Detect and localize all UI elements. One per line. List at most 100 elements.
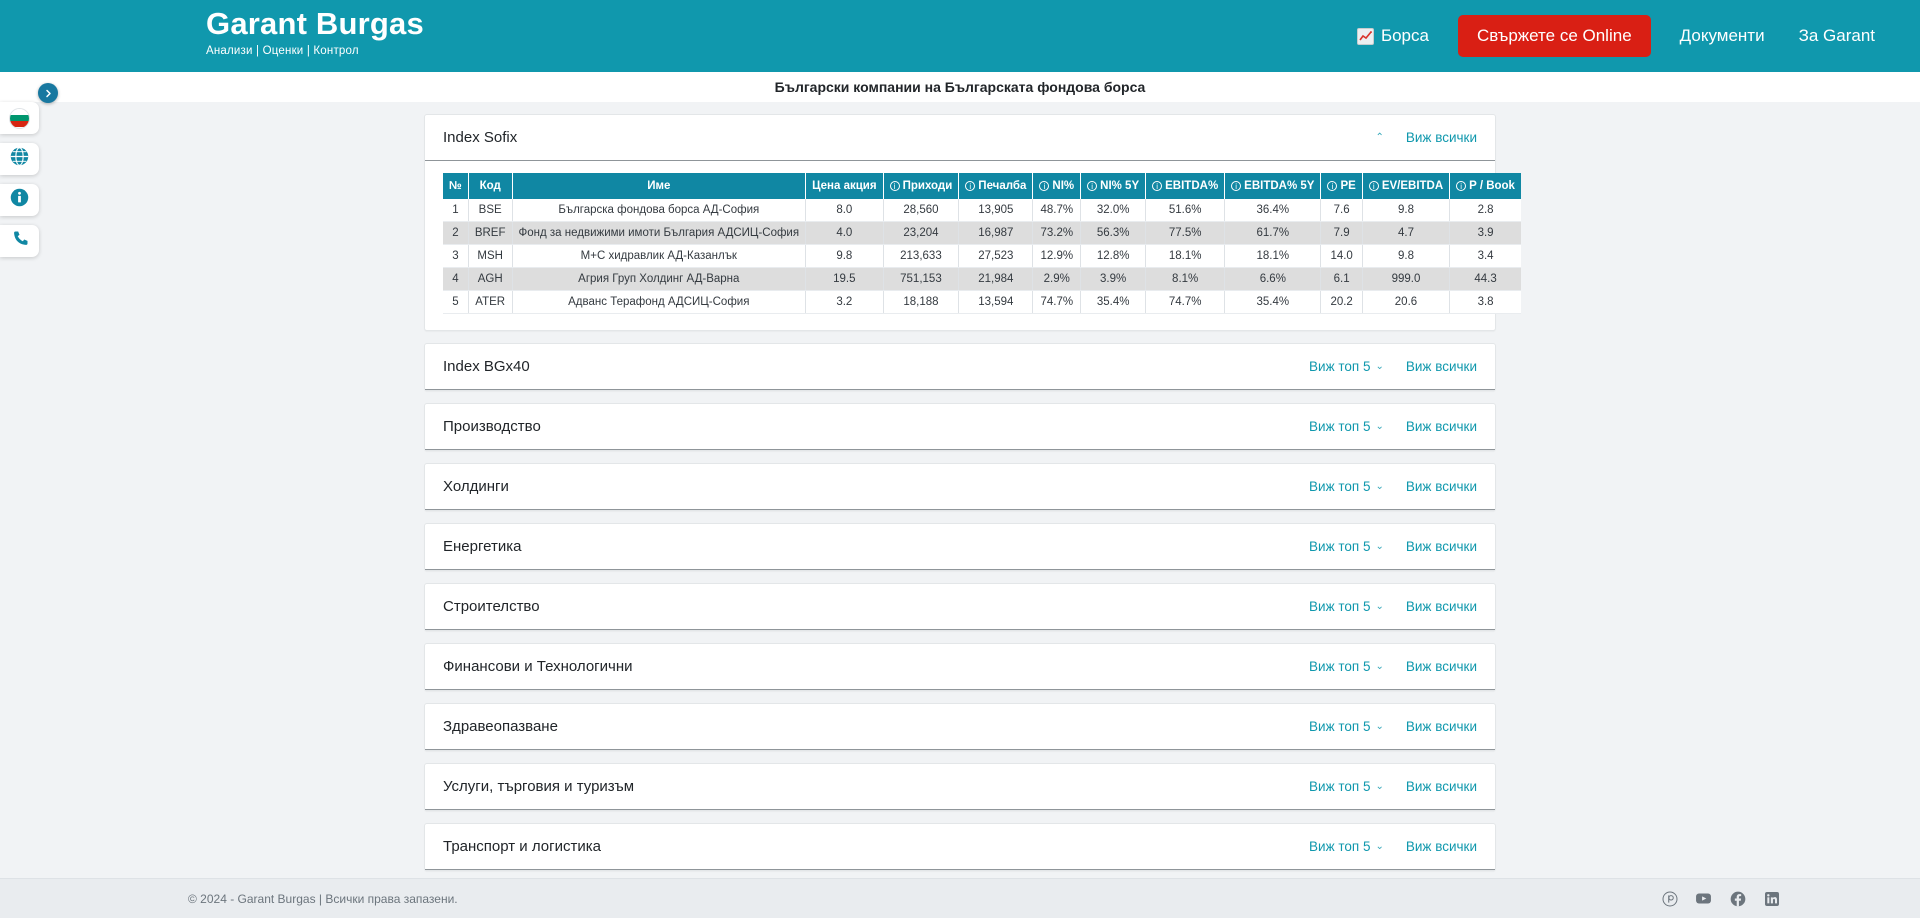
section-header[interactable]: Холдинги Виж топ 5 ⌄ Виж всички [425,464,1495,510]
bulgaria-flag-icon [9,107,30,129]
column-header[interactable]: i NI% 5Y [1080,173,1147,199]
view-top5-link[interactable]: Виж топ 5 ⌄ [1309,779,1384,794]
section-header[interactable]: Index BGx40 Виж топ 5 ⌄ Виж всички [425,344,1495,390]
view-top5-link[interactable]: Виж топ 5 ⌄ [1309,359,1384,374]
cell-code: BREF [468,221,513,245]
column-header-label: № [449,180,462,192]
section-header[interactable]: Финансови и Технологични Виж топ 5 ⌄ Виж вс… [425,644,1495,690]
column-header[interactable]: i EBITDA% 5Y [1224,173,1322,199]
info-circle-icon: i [1087,181,1098,191]
column-header[interactable]: i Приходи [883,173,960,199]
column-header[interactable]: i NI% [1032,173,1082,199]
view-all-link[interactable]: Виж всички [1406,539,1477,554]
view-top5-link[interactable]: Виж топ 5 ⌄ [1309,659,1384,674]
view-top5-link[interactable]: Виж топ 5 ⌄ [1309,599,1384,614]
youtube-icon[interactable] [1695,890,1712,907]
brand-block[interactable]: Garant Burgas Анализи | Оценки | Контрол [206,6,424,58]
section-header[interactable]: Енергетика Виж топ 5 ⌄ Виж всички [425,524,1495,570]
chevron-right-icon[interactable] [38,83,58,103]
language-global-button[interactable] [0,143,39,175]
section-title: Услуги, търговия и туризъм [443,778,635,795]
view-all-link[interactable]: Виж всички [1406,839,1477,854]
view-all-link[interactable]: Виж всички [1406,719,1477,734]
section-actions: Виж топ 5 ⌄ Виж всички [1309,839,1477,854]
section-header[interactable]: Производство Виж топ 5 ⌄ Виж всички [425,404,1495,450]
nav-item-borsa[interactable]: Борса [1340,26,1446,46]
section-title: Index Sofix [443,129,518,146]
column-header[interactable]: Име [512,173,807,199]
column-header[interactable]: i EBITDA% [1145,173,1226,199]
language-bg-button[interactable] [0,102,39,134]
nav-item-documents[interactable]: Документи [1663,26,1782,46]
cell-profit: 21,984 [958,267,1034,291]
section-panel: Услуги, търговия и туризъм Виж топ 5 ⌄ Виж … [424,763,1496,811]
column-header[interactable]: i PE [1320,173,1363,199]
section-title: Финансови и Технологични [443,658,633,675]
view-all-link[interactable]: Виж всички [1406,479,1477,494]
patreon-icon[interactable] [1661,890,1678,907]
section-panel: Производство Виж топ 5 ⌄ Виж всички [424,403,1496,451]
section-panel: Index Sofix ⌃ Виж всички № Код Име Цена акция i… [424,114,1521,331]
view-all-label: Виж всички [1405,539,1477,554]
view-top5-link[interactable]: Виж топ 5 ⌄ [1309,539,1384,554]
view-all-link[interactable]: Виж всички [1406,659,1477,674]
view-all-link[interactable]: Виж всички [1406,359,1477,374]
section-panel: Холдинги Виж топ 5 ⌄ Виж всички [424,463,1496,511]
site-header: Garant Burgas Анализи | Оценки | Контрол… [0,0,1920,72]
table-row[interactable]: 5 ATER Адванс Терафонд АДСИЦ-София 3.2 18,18… [443,290,1521,314]
phone-button[interactable] [0,225,39,257]
view-top5-link[interactable]: Виж топ 5 ⌄ [1309,419,1384,434]
table-row[interactable]: 2 BREF Фонд за недвижими имоти България АД… [443,221,1521,245]
view-top5-label: Виж топ 5 [1309,479,1371,494]
nav-item-about[interactable]: За Garant [1782,26,1892,46]
footer-social-links [1661,890,1780,907]
stock-table: № Код Име Цена акция i Приходи i Печалба i NI% i NI… [443,173,1521,314]
linkedin-icon[interactable] [1763,890,1780,907]
column-header[interactable]: Цена акция [805,173,884,199]
view-all-link[interactable]: Виж всички [1406,779,1477,794]
view-top5-link[interactable]: Виж топ 5 ⌄ [1309,479,1384,494]
chevron-up-icon[interactable]: ⌃ [1375,132,1383,143]
column-header[interactable]: Код [468,173,513,199]
cell-ebitda5y: 36.4% [1224,199,1322,222]
cell-num: 5 [443,290,469,314]
chevron-down-icon: ⌄ [1375,540,1384,552]
cell-name: Фонд за недвижими имоти България АДСИЦ-С… [512,221,807,245]
facebook-icon[interactable] [1729,890,1746,907]
view-all-label: Виж всички [1405,719,1477,734]
cell-ebitda5y: 6.6% [1224,267,1322,291]
table-row[interactable]: 3 MSH М+С хидравлик АД-Казанлък 9.8 213,633 2… [443,244,1521,268]
view-all-link[interactable]: Виж всички [1406,419,1477,434]
contact-online-button[interactable]: Свържете се Online [1457,15,1651,57]
column-header[interactable]: i Печалба [958,173,1034,199]
section-title: Транспорт и логистика [443,838,601,855]
cell-price: 8.0 [805,199,884,222]
info-circle-icon: i [965,181,976,191]
section-header[interactable]: Здравеопазване Виж топ 5 ⌄ Виж всички [425,704,1495,750]
cell-pe: 7.6 [1320,199,1363,222]
table-row[interactable]: 4 AGH Агрия Груп Холдинг АД-Варна 19.5 751,1… [443,267,1521,291]
sections-container: Index Sofix ⌃ Виж всички № Код Име Цена акция i… [424,102,1521,878]
table-row[interactable]: 1 BSE Българска фондова борса АД-София 8.0 2… [443,199,1521,222]
column-header[interactable]: iP / Book [1449,173,1521,199]
column-header-label: P / Book [1469,180,1515,192]
section-header[interactable]: Транспорт и логистика Виж топ 5 ⌄ Виж всичк… [425,824,1495,870]
main-content: Index Sofix ⌃ Виж всички № Код Име Цена акция i… [0,102,1920,878]
view-top5-link[interactable]: Виж топ 5 ⌄ [1309,719,1384,734]
column-header[interactable]: i EV/EBITDA [1362,173,1451,199]
view-top5-link[interactable]: Виж топ 5 ⌄ [1309,839,1384,854]
section-actions: Виж топ 5 ⌄ Виж всички [1309,599,1477,614]
section-header[interactable]: Index Sofix ⌃ Виж всички [425,115,1495,161]
section-body: № Код Име Цена акция i Приходи i Печалба i NI% i NI… [425,161,1521,330]
info-button[interactable] [0,184,39,216]
section-title: Производство [443,418,541,435]
cell-profit: 16,987 [958,221,1034,245]
cell-p-book: 2.8 [1449,199,1521,222]
section-header[interactable]: Строителство Виж топ 5 ⌄ Виж всички [425,584,1495,630]
section-header[interactable]: Услуги, търговия и туризъм Виж топ 5 ⌄ Виж … [425,764,1495,810]
view-all-link[interactable]: Виж всички [1406,599,1477,614]
cell-p-book: 3.9 [1449,221,1521,245]
column-header[interactable]: № [443,173,469,199]
view-all-link[interactable]: Виж всички [1406,130,1477,145]
cell-ni: 48.7% [1032,199,1082,222]
